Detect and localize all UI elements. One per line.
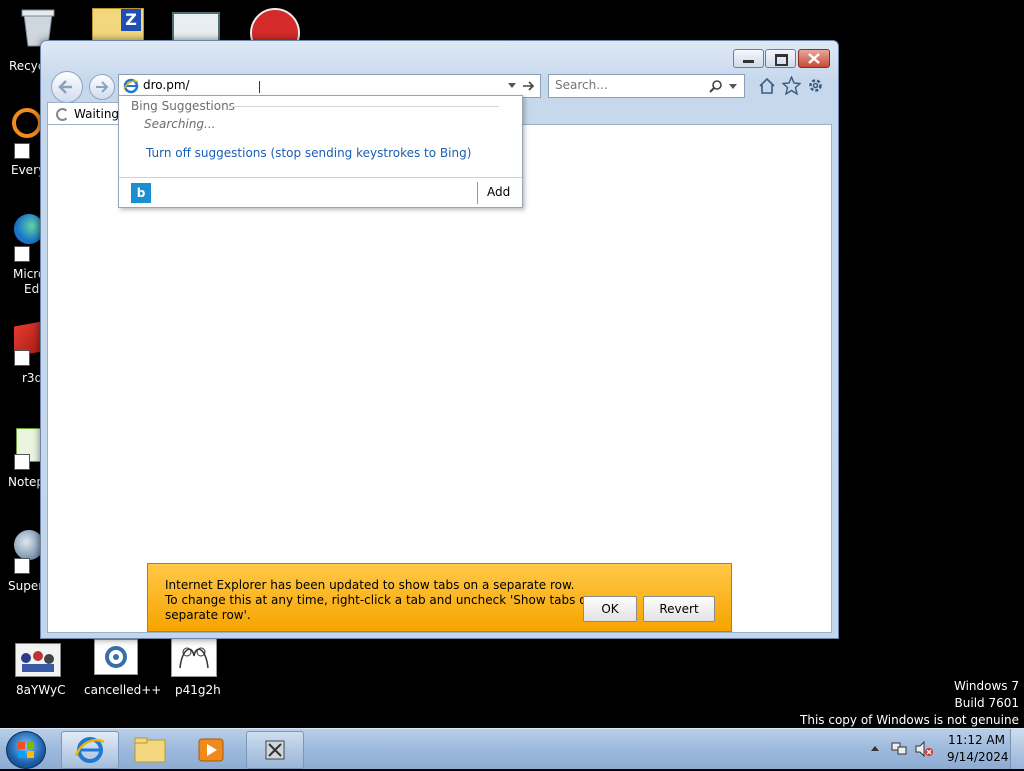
text-cursor-icon: [259, 81, 260, 93]
dropdown-footer: b Add: [119, 177, 522, 208]
back-button[interactable]: [51, 71, 83, 103]
forward-arrow-icon: [96, 81, 109, 93]
notification-bar: Internet Explorer has been updated to sh…: [147, 563, 732, 632]
loading-spinner-icon: [56, 108, 69, 121]
cancelled-icon[interactable]: [94, 639, 138, 675]
folder-icon: [134, 737, 166, 763]
show-desktop-button[interactable]: [1010, 729, 1024, 769]
suggestions-header: Bing Suggestions: [131, 99, 235, 113]
p41g2h-label: p41g2h: [175, 683, 221, 697]
taskbar-explorer-button[interactable]: [122, 731, 178, 767]
super-label: Super: [8, 579, 44, 593]
notification-line-2: To change this at any time, right-click …: [165, 593, 606, 607]
revert-button[interactable]: Revert: [643, 596, 715, 622]
watermark-line-3: This copy of Windows is not genuine: [800, 713, 1019, 727]
suggestions-dropdown: Bing Suggestions Searching... Turn off s…: [118, 95, 523, 208]
bing-logo-icon[interactable]: b: [131, 183, 151, 203]
taskbar-media-player-button[interactable]: [183, 731, 239, 767]
notification-line-3: separate row'.: [165, 608, 251, 622]
clock-time[interactable]: 11:12 AM: [948, 733, 1005, 747]
restore-icon: [775, 54, 788, 66]
close-icon: [808, 53, 820, 64]
tab-label: Waiting: [74, 107, 120, 121]
windows-watermark: Windows 7 Build 7601 This copy of Window…: [800, 678, 1019, 729]
p41g2h-icon[interactable]: [171, 637, 217, 677]
settings-gear-icon[interactable]: [806, 76, 825, 95]
forward-button[interactable]: [89, 74, 115, 100]
everything-icon[interactable]: [0, 108, 44, 138]
search-input[interactable]: [555, 78, 695, 92]
8aywyc-label: 8aYWyC: [16, 683, 66, 697]
ok-button[interactable]: OK: [583, 596, 637, 622]
suggestions-status: Searching...: [144, 117, 216, 131]
notepad-label: Notep: [8, 475, 45, 489]
8aywyc-icon[interactable]: [15, 643, 61, 677]
media-player-icon: [198, 738, 224, 762]
tab-loading[interactable]: Waiting: [47, 102, 121, 125]
minimize-button[interactable]: [733, 49, 764, 68]
search-icon[interactable]: [709, 79, 723, 93]
turn-off-suggestions-link[interactable]: Turn off suggestions (stop sending keyst…: [146, 146, 471, 160]
cancelled-label: cancelled++: [84, 683, 162, 697]
start-button[interactable]: [6, 731, 46, 769]
show-hidden-icons-icon[interactable]: [870, 744, 880, 752]
network-icon[interactable]: [890, 741, 908, 757]
windows-logo-icon: [18, 742, 34, 758]
address-input[interactable]: [143, 78, 503, 92]
search-box[interactable]: [548, 74, 745, 98]
volume-muted-icon[interactable]: [914, 741, 934, 757]
add-search-provider-button[interactable]: Add: [487, 185, 510, 199]
watermark-line-1: Windows 7: [953, 679, 1019, 693]
search-dropdown-icon[interactable]: [729, 84, 737, 90]
program-icon: [265, 740, 285, 760]
home-icon[interactable]: [758, 77, 776, 95]
go-arrow-icon[interactable]: [521, 79, 535, 93]
ie-page-icon: [123, 78, 139, 94]
shortcut-arrow-icon: [14, 454, 30, 470]
watermark-line-2: Build 7601: [954, 696, 1019, 710]
shortcut-arrow-icon: [14, 143, 30, 159]
shortcut-arrow-icon: [14, 558, 30, 574]
dropdown-arrow-icon[interactable]: [508, 83, 516, 89]
minimize-icon: [743, 60, 754, 63]
shortcut-arrow-icon: [14, 350, 30, 366]
taskbar-ie-button[interactable]: [61, 731, 119, 769]
taskbar-app-button[interactable]: [246, 731, 304, 769]
clock-date[interactable]: 9/14/2024: [947, 750, 1009, 764]
back-arrow-icon: [58, 80, 72, 94]
close-button[interactable]: [798, 49, 830, 68]
internet-explorer-icon: [74, 737, 105, 763]
notification-line-1: Internet Explorer has been updated to sh…: [165, 578, 575, 592]
footer-divider: [477, 182, 478, 204]
restore-button[interactable]: [765, 49, 796, 68]
taskbar: 11:12 AM 9/14/2024: [0, 728, 1024, 769]
favorites-star-icon[interactable]: [782, 76, 801, 95]
shortcut-arrow-icon: [14, 246, 30, 262]
edge-label-2: Ed: [24, 282, 40, 296]
zip-folder-icon[interactable]: Z: [92, 8, 144, 42]
suggestions-divider: [229, 106, 499, 107]
